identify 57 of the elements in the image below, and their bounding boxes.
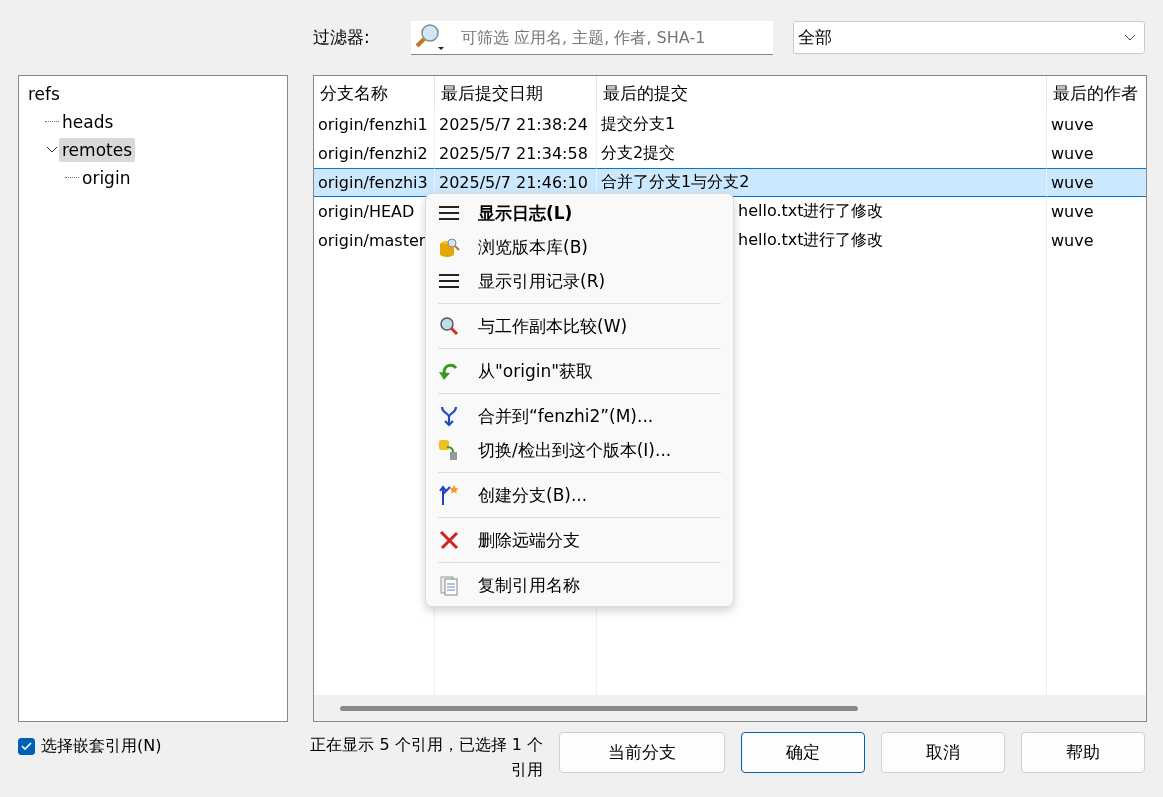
table-cell: wuve (1051, 231, 1094, 250)
table-cell: 提交分支1 (601, 114, 676, 135)
search-icon (438, 315, 460, 337)
table-cell: wuve (1051, 173, 1094, 192)
scrollbar-thumb[interactable] (340, 705, 858, 711)
table-cell: wuve (1051, 202, 1094, 221)
column-header[interactable]: 最后提交日期 (435, 76, 597, 110)
menu-item[interactable]: 合并到“fenzhi2”(M)... (426, 399, 733, 433)
tree-item[interactable]: refs (25, 82, 63, 106)
dialog-button[interactable]: 确定 (741, 732, 865, 773)
column-header[interactable]: 分支名称 (314, 76, 435, 110)
scope-dropdown[interactable]: 全部 (793, 21, 1145, 54)
search-icon[interactable] (415, 22, 445, 52)
menu-item[interactable]: 创建分支(B)... (426, 478, 733, 512)
document-icon (438, 574, 460, 596)
table-cell: 2025/5/7 21:46:10 (439, 173, 588, 192)
table-cell: origin/fenzhi1 (318, 115, 428, 134)
chevron-icon (1124, 33, 1136, 42)
check-icon (21, 742, 32, 751)
column-header[interactable]: 最后的作者 (1047, 76, 1146, 110)
nested-checkbox[interactable]: 选择嵌套引用(N) (18, 736, 298, 757)
table-cell-text: hello.txt进行了修改 (737, 230, 884, 251)
table-cell: origin/master (318, 231, 426, 250)
search-field[interactable]: 可筛选 应用名, 主题, 作者, SHA-1 (411, 20, 773, 55)
table-cell: 2025/5/7 21:38:24 (439, 115, 588, 134)
filter-label: 过滤器: (313, 26, 371, 49)
status-text: 正在显示 5 个引用，已选择 1 个引用 (309, 734, 543, 781)
tree-item[interactable]: origin (79, 166, 134, 190)
table-cell: origin/fenzhi2 (318, 144, 428, 163)
dialog-button[interactable]: 取消 (881, 732, 1005, 773)
merge-arrow-icon (438, 405, 460, 427)
table-cell: wuve (1051, 144, 1094, 163)
table-cell: 2025/5/7 21:34:58 (439, 144, 588, 163)
menu-item[interactable]: 与工作副本比较(W) (426, 309, 733, 343)
chevron-icon[interactable] (45, 145, 59, 155)
tree-item[interactable]: remotes (59, 138, 136, 162)
dialog-button[interactable]: 当前分支 (559, 732, 725, 773)
table-cell: origin/fenzhi3 (318, 173, 428, 192)
switch-icon (438, 439, 460, 461)
table-row[interactable]: origin/fenzhi1 (314, 110, 435, 139)
table-cell: 分支2提交 (601, 143, 676, 164)
menu-item[interactable]: 删除远端分支 (426, 523, 733, 557)
table-cell: wuve (1051, 115, 1094, 134)
dialog-button[interactable]: 帮助 (1021, 732, 1145, 773)
menu-item[interactable]: 显示引用记录(R) (426, 264, 733, 298)
database-search-icon (438, 236, 460, 258)
table-row[interactable]: origin/fenzhi3 (314, 168, 435, 197)
tree-item[interactable]: heads (59, 110, 117, 134)
delete-icon (438, 529, 460, 551)
menu-item[interactable]: 切换/检出到这个版本(I)... (426, 433, 733, 467)
table-cell: origin/HEAD (318, 202, 415, 221)
table-cell-text: hello.txt进行了修改 (737, 201, 884, 222)
menu-item[interactable]: 从"origin"获取 (426, 354, 733, 388)
menu-item[interactable]: 复制引用名称 (426, 568, 733, 602)
column-header[interactable]: 最后的提交 (597, 76, 1047, 110)
table-cell: 合并了分支1与分支2 (601, 172, 750, 193)
branch-icon (438, 484, 460, 506)
